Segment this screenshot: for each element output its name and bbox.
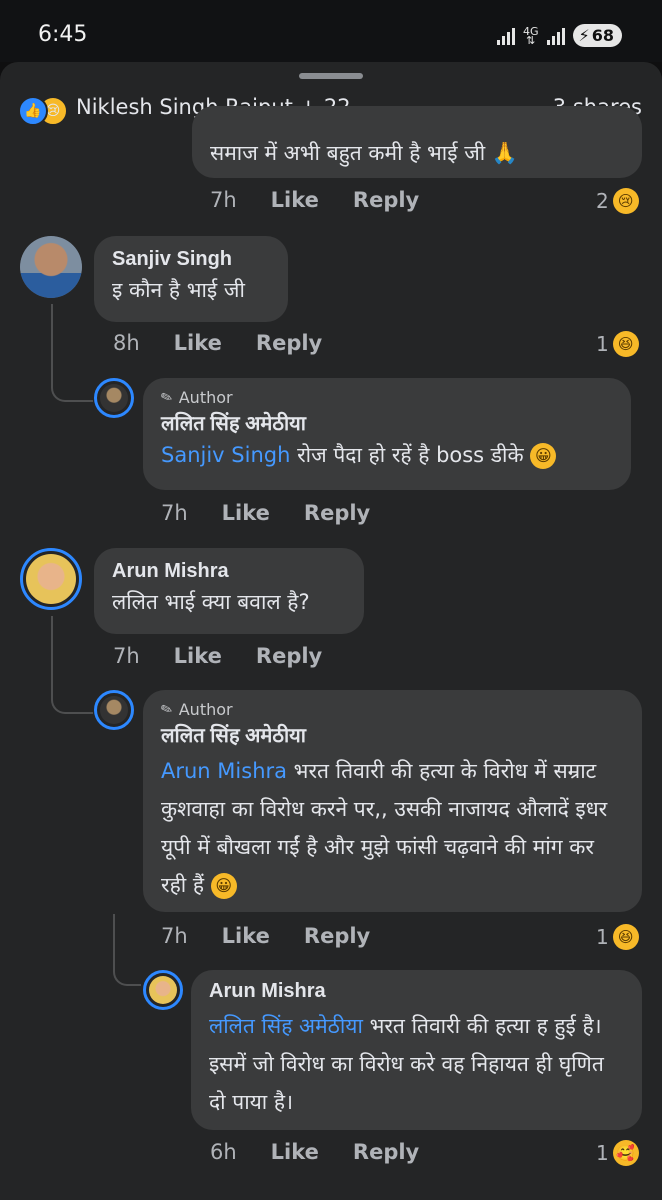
haha-emoji-icon: 😆 — [612, 924, 639, 950]
comment-time: 7h — [113, 644, 140, 668]
author-badge: ✎ Author — [158, 387, 613, 408]
signal-icon-2 — [546, 27, 565, 45]
commenter-name[interactable]: Arun Mishra — [112, 560, 346, 583]
thread-connector — [113, 946, 141, 986]
like-button[interactable]: Like — [271, 1140, 319, 1164]
comment-bubble[interactable]: ✎ Author ललित सिंह अमेठीया Sanjiv Singh र… — [143, 378, 631, 490]
comment-body: ललित सिंह अमेठीया भरत तिवारी की हत्या ह … — [209, 1007, 624, 1121]
mention-link[interactable]: Sanjiv Singh — [161, 443, 290, 467]
reply-button[interactable]: Reply — [353, 1140, 419, 1164]
reply-button[interactable]: Reply — [304, 924, 370, 948]
author-avatar[interactable] — [94, 378, 134, 418]
comment-actions: 7h Like Reply — [161, 924, 370, 948]
comment-actions: 7h Like Reply — [210, 188, 419, 212]
avatar[interactable] — [20, 548, 82, 610]
network-type: 4G ⇅ — [522, 24, 539, 47]
mention-link[interactable]: Arun Mishra — [161, 759, 287, 783]
badge-label: Author — [178, 388, 233, 407]
like-button[interactable]: Like — [222, 924, 270, 948]
reaction-count[interactable]: 1 🥰 — [596, 1140, 639, 1166]
like-button[interactable]: Like — [222, 501, 270, 525]
comment-body: Sanjiv Singh रोज पैदा हो रहें है boss डी… — [161, 440, 613, 470]
comment-bubble[interactable]: Arun Mishra ललित भाई क्या बवाल है? — [94, 548, 364, 634]
haha-emoji-icon: 😆 — [612, 331, 639, 357]
reaction-number: 2 — [596, 189, 609, 213]
commenter-name[interactable]: Arun Mishra — [209, 980, 624, 1003]
reaction-count[interactable]: 1 😆 — [596, 924, 639, 950]
status-time: 6:45 — [38, 22, 88, 47]
comment-body: Arun Mishra भरत तिवारी की हत्या के विरोध… — [161, 752, 624, 904]
pencil-icon: ✎ — [158, 387, 176, 408]
thread-connector — [51, 674, 93, 714]
comment-actions: 7h Like Reply — [161, 501, 370, 525]
grin-emoji-icon: 😀 — [530, 443, 557, 469]
reaction-number: 1 — [596, 925, 609, 949]
reaction-count[interactable]: 1 😆 — [596, 331, 639, 357]
avatar[interactable] — [20, 236, 82, 298]
drag-handle[interactable] — [299, 73, 363, 79]
author-avatar-icon — [100, 384, 128, 412]
status-bar: 6:45 4G ⇅ ⚡ 68 — [0, 0, 662, 62]
badge-label: Author — [178, 700, 233, 719]
comment-time: 6h — [210, 1140, 237, 1164]
comment-text: रोज पैदा हो रहें है boss डीके — [290, 443, 531, 467]
author-avatar[interactable] — [94, 690, 134, 730]
comments-sheet: 👍 😢 Niklesh Singh Rajput + 22 3 shares स… — [0, 62, 662, 1200]
comment-text: समाज में अभी बहुत कमी है भाई जी 🙏 — [210, 141, 519, 165]
commenter-name[interactable]: Sanjiv Singh — [112, 248, 270, 271]
network-label: 4G — [522, 24, 539, 38]
comment-text: ललित भाई क्या बवाल है? — [112, 590, 310, 614]
author-avatar-icon — [100, 696, 128, 724]
sad-emoji-icon: 😢 — [612, 188, 639, 214]
like-reaction-icon: 👍 — [18, 96, 48, 126]
care-emoji-icon: 🥰 — [612, 1140, 639, 1166]
grin-emoji-icon: 😀 — [210, 873, 237, 899]
comment-time: 7h — [210, 188, 237, 212]
comment-time: 8h — [113, 331, 140, 355]
signal-icon — [496, 27, 515, 45]
comment-actions: 6h Like Reply — [210, 1140, 419, 1164]
like-button[interactable]: Like — [174, 331, 222, 355]
reply-button[interactable]: Reply — [304, 501, 370, 525]
person-avatar-icon — [20, 236, 82, 298]
mention-link[interactable]: ललित सिंह अमेठीया — [209, 1014, 363, 1038]
comment-bubble[interactable]: समाज में अभी बहुत कमी है भाई जी 🙏 — [192, 106, 642, 178]
comment-bubble[interactable]: ✎ Author ललित सिंह अमेठीया Arun Mishra भर… — [143, 690, 642, 912]
comment-text: इ कौन है भाई जी — [112, 278, 245, 302]
person-avatar-icon — [149, 976, 177, 1004]
reaction-summary[interactable]: 👍 😢 — [18, 96, 72, 126]
reply-button[interactable]: Reply — [353, 188, 419, 212]
battery-icon: ⚡ 68 — [572, 24, 622, 47]
like-button[interactable]: Like — [174, 644, 222, 668]
status-icons: 4G ⇅ ⚡ 68 — [496, 24, 622, 47]
avatar[interactable] — [143, 970, 183, 1010]
author-badge: ✎ Author — [158, 699, 624, 720]
reaction-count[interactable]: 2 😢 — [596, 188, 639, 214]
reaction-number: 1 — [596, 332, 609, 356]
person-avatar-icon — [26, 554, 76, 604]
reply-button[interactable]: Reply — [256, 331, 322, 355]
comment-time: 7h — [161, 501, 188, 525]
reaction-number: 1 — [596, 1141, 609, 1165]
thread-connector — [51, 362, 93, 402]
comment-bubble[interactable]: Arun Mishra ललित सिंह अमेठीया भरत तिवारी… — [191, 970, 642, 1130]
comment-time: 7h — [161, 924, 188, 948]
comment-actions: 8h Like Reply — [113, 331, 322, 355]
commenter-name[interactable]: ललित सिंह अमेठीया — [161, 409, 613, 436]
commenter-name[interactable]: ललित सिंह अमेठीया — [161, 721, 624, 748]
pencil-icon: ✎ — [158, 699, 176, 720]
like-button[interactable]: Like — [271, 188, 319, 212]
comment-bubble[interactable]: Sanjiv Singh इ कौन है भाई जी — [94, 236, 288, 322]
reply-button[interactable]: Reply — [256, 644, 322, 668]
battery-level: 68 — [591, 26, 614, 45]
comment-actions: 7h Like Reply — [113, 644, 322, 668]
